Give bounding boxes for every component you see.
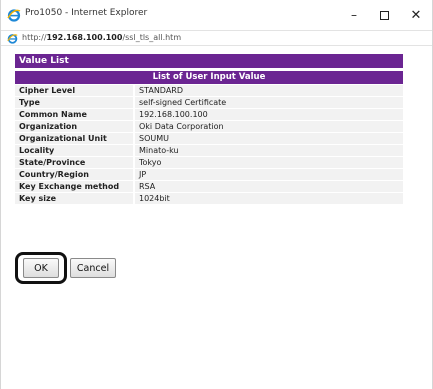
table-row: State/Province Tokyo [15, 157, 403, 168]
action-buttons: OK Cancel [15, 252, 116, 284]
address-url: http://192.168.100.100/ssl_tls_all.htm [22, 33, 181, 42]
list-caption: List of User Input Value [15, 71, 403, 84]
url-host: 192.168.100.100 [46, 33, 123, 42]
close-button[interactable]: ✕ [403, 4, 429, 26]
row-key: Country/Region [15, 169, 133, 180]
panel-title: Value List [15, 54, 403, 68]
table-row: Type self-signed Certificate [15, 97, 403, 108]
row-key: Common Name [15, 109, 133, 120]
row-value: self-signed Certificate [133, 97, 403, 108]
cancel-button[interactable]: Cancel [70, 258, 116, 278]
row-key: Cipher Level [15, 85, 133, 96]
row-key: Locality [15, 145, 133, 156]
url-prefix: http:// [22, 33, 47, 42]
maximize-icon [379, 10, 389, 20]
row-value: Minato-ku [133, 145, 403, 156]
ok-highlight-ring: OK [15, 252, 67, 284]
ok-button[interactable]: OK [23, 258, 59, 278]
value-table: Cipher Level STANDARD Type self-signed C… [15, 84, 403, 205]
row-key: Organizational Unit [15, 133, 133, 144]
table-row: Organizational Unit SOUMU [15, 133, 403, 144]
internet-explorer-icon [7, 34, 18, 44]
row-value: JP [133, 169, 403, 180]
row-value: Oki Data Corporation [133, 121, 403, 132]
table-row: Key Exchange method RSA [15, 181, 403, 192]
row-key: Organization [15, 121, 133, 132]
close-icon: ✕ [410, 7, 422, 23]
address-bar[interactable]: http://192.168.100.100/ssl_tls_all.htm [1, 30, 432, 46]
row-key: Key Exchange method [15, 181, 133, 192]
table-row: Key size 1024bit [15, 193, 403, 204]
table-row: Cipher Level STANDARD [15, 85, 403, 96]
title-bar: Pro1050 - Internet Explorer – ✕ [1, 0, 432, 30]
window-title: Pro1050 - Internet Explorer [25, 8, 148, 18]
row-key: Key size [15, 193, 133, 204]
row-value: SOUMU [133, 133, 403, 144]
row-value: RSA [133, 181, 403, 192]
minimize-icon: – [351, 8, 357, 22]
table-row: Organization Oki Data Corporation [15, 121, 403, 132]
table-row: Country/Region JP [15, 169, 403, 180]
minimize-button[interactable]: – [341, 4, 367, 26]
row-value: 1024bit [133, 193, 403, 204]
row-value: STANDARD [133, 85, 403, 96]
table-row: Locality Minato-ku [15, 145, 403, 156]
maximize-button[interactable] [371, 4, 397, 26]
row-value: Tokyo [133, 157, 403, 168]
table-row: Common Name 192.168.100.100 [15, 109, 403, 120]
browser-window: Pro1050 - Internet Explorer – ✕ http://1… [0, 0, 433, 389]
row-value: 192.168.100.100 [133, 109, 403, 120]
row-key: State/Province [15, 157, 133, 168]
internet-explorer-icon [7, 9, 21, 22]
url-path: /ssl_tls_all.htm [122, 33, 182, 42]
value-list-panel: Value List List of User Input Value Ciph… [15, 54, 403, 205]
row-key: Type [15, 97, 133, 108]
